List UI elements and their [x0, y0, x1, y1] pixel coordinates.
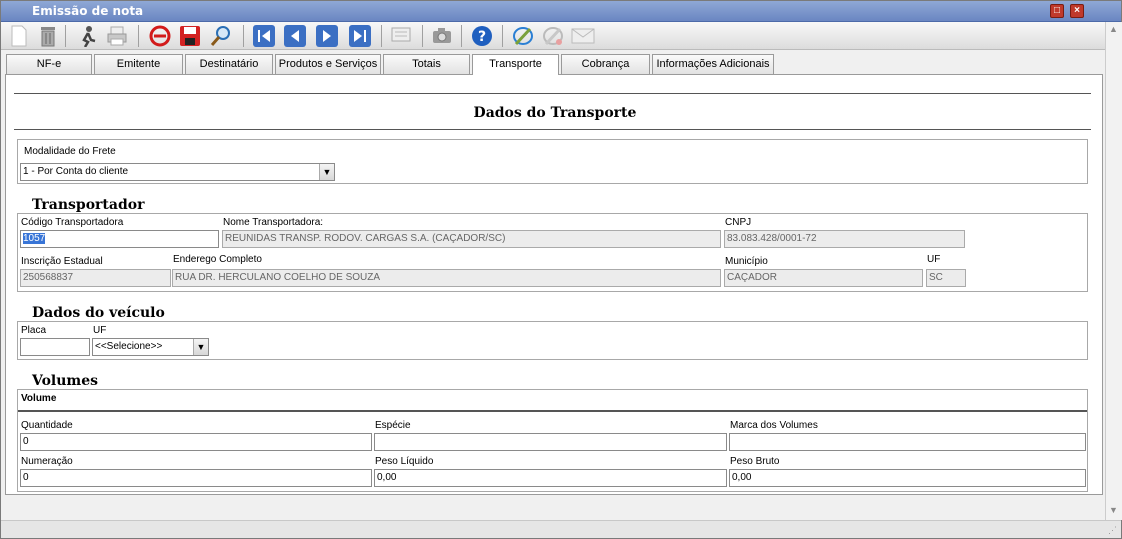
transport-panel: Dados do Transporte Modalidade do Frete … [5, 74, 1103, 495]
peso-liquido-input[interactable]: 0,00 [374, 469, 727, 487]
nome-label: Nome Transportadora: [223, 217, 324, 228]
tab-totais[interactable]: Totais [383, 54, 470, 74]
volumes-title: Volumes [32, 373, 99, 389]
transportador-title: Transportador [32, 197, 145, 213]
trash-icon[interactable] [36, 24, 60, 48]
cnpj-label: CNPJ [725, 217, 752, 228]
codigo-label: Código Transportadora [21, 217, 124, 228]
frete-value: 1 - Por Conta do cliente [23, 166, 129, 177]
edit-icon[interactable] [511, 24, 535, 48]
tab-produtos-servicos[interactable]: Produtos e Serviços [275, 54, 381, 74]
chevron-down-icon[interactable]: ▼ [193, 339, 208, 355]
especie-input[interactable] [374, 433, 727, 451]
toolbar: ? [1, 22, 1105, 50]
ie-input[interactable]: 250568837 [20, 269, 171, 287]
status-bar: ⋰ [1, 520, 1121, 538]
title-bar[interactable]: Emissão de nota □ × [1, 1, 1121, 22]
uf-label: UF [927, 254, 941, 265]
vertical-scrollbar[interactable]: ▲ ▼ [1105, 22, 1122, 520]
search-icon[interactable] [209, 24, 233, 48]
divider [14, 93, 1091, 94]
codigo-input[interactable]: 1057 [20, 230, 219, 248]
edit-disabled-icon[interactable] [541, 24, 565, 48]
scroll-up-icon[interactable]: ▲ [1109, 24, 1118, 34]
numeracao-label: Numeração [21, 456, 73, 467]
tab-emitente[interactable]: Emitente [94, 54, 183, 74]
placa-input[interactable] [20, 338, 90, 356]
run-icon[interactable] [75, 24, 99, 48]
marca-input[interactable] [729, 433, 1086, 451]
last-icon[interactable] [348, 24, 372, 48]
window-title: Emissão de nota [32, 4, 144, 18]
nome-input[interactable]: REUNIDAS TRANSP. RODOV. CARGAS S.A. (CAÇ… [222, 230, 721, 248]
scroll-down-icon[interactable]: ▼ [1109, 505, 1118, 515]
veiculo-title: Dados do veículo [32, 305, 165, 321]
placa-label: Placa [21, 325, 47, 336]
chevron-down-icon[interactable]: ▼ [319, 164, 334, 180]
quantidade-label: Quantidade [21, 420, 73, 431]
quantidade-input[interactable]: 0 [20, 433, 372, 451]
tab-destinatario[interactable]: Destinatário [185, 54, 273, 74]
frete-select[interactable]: 1 - Por Conta do cliente ▼ [20, 163, 335, 181]
first-icon[interactable] [252, 24, 276, 48]
tab-transporte[interactable]: Transporte [472, 54, 559, 75]
divider [18, 410, 1087, 412]
peso-liquido-label: Peso Líquido [375, 456, 434, 467]
peso-bruto-input[interactable]: 0,00 [729, 469, 1086, 487]
volume-subtitle: Volume [21, 393, 57, 404]
svg-text:?: ? [478, 29, 486, 45]
maximize-icon[interactable]: □ [1050, 4, 1064, 18]
print-icon[interactable] [105, 24, 129, 48]
municipio-input[interactable]: CAÇADOR [724, 269, 923, 287]
veiculo-uf-label: UF [93, 325, 107, 336]
next-icon[interactable] [315, 24, 339, 48]
especie-label: Espécie [375, 420, 411, 431]
email-icon[interactable] [571, 24, 595, 48]
tab-cobranca[interactable]: Cobrança [561, 54, 650, 74]
numeracao-input[interactable]: 0 [20, 469, 372, 487]
help-icon[interactable]: ? [470, 24, 494, 48]
preview-icon[interactable] [389, 24, 413, 48]
tab-nfe[interactable]: NF-e [6, 54, 92, 74]
veiculo-uf-value: <<Selecione>> [95, 341, 163, 352]
cancel-icon[interactable] [148, 24, 172, 48]
ie-label: Inscrição Estadual [21, 256, 103, 267]
tab-informacoes-adicionais[interactable]: Informações Adicionais [652, 54, 774, 74]
uf-input[interactable]: SC [926, 269, 966, 287]
marca-label: Marca dos Volumes [730, 420, 818, 431]
endereco-label: Enderego Completo [173, 254, 262, 265]
resize-grip-icon[interactable]: ⋰ [1108, 525, 1117, 536]
window: Emissão de nota □ × ? NF-e Emitente Dest… [0, 0, 1122, 539]
frete-label: Modalidade do Frete [24, 146, 116, 157]
new-doc-icon[interactable] [7, 24, 31, 48]
peso-bruto-label: Peso Bruto [730, 456, 780, 467]
camera-icon[interactable] [430, 24, 454, 48]
page-title: Dados do Transporte [473, 105, 637, 121]
veiculo-uf-select[interactable]: <<Selecione>> ▼ [92, 338, 209, 356]
tab-bar: NF-e Emitente Destinatário Produtos e Se… [1, 54, 1105, 75]
divider [14, 129, 1091, 130]
endereco-input[interactable]: RUA DR. HERCULANO COELHO DE SOUZA [172, 269, 721, 287]
municipio-label: Município [725, 256, 768, 267]
save-icon[interactable] [178, 24, 202, 48]
prev-icon[interactable] [283, 24, 307, 48]
cnpj-input[interactable]: 83.083.428/0001-72 [724, 230, 965, 248]
close-icon[interactable]: × [1070, 4, 1084, 18]
